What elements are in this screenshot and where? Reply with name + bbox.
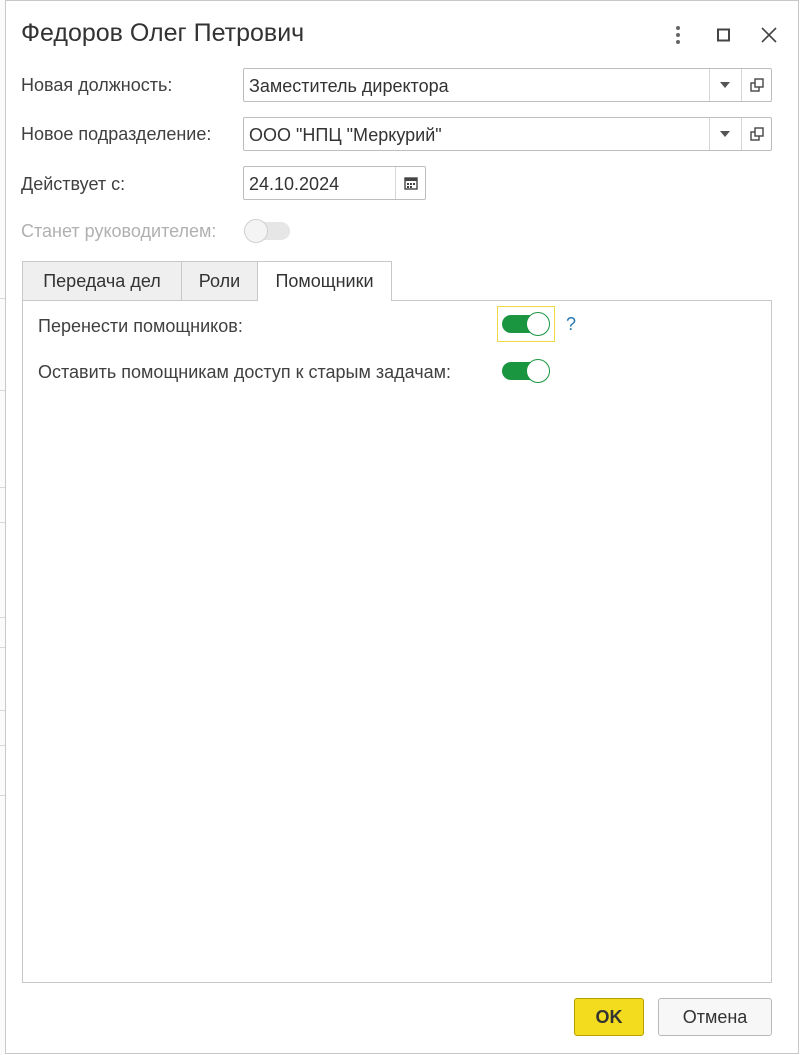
tab-roles[interactable]: Роли: [181, 261, 258, 301]
maximize-button[interactable]: [711, 21, 735, 49]
chevron-down-icon: [720, 131, 730, 137]
department-dropdown-button[interactable]: [709, 118, 740, 150]
help-icon[interactable]: ?: [566, 314, 576, 335]
head-label: Станет руководителем:: [21, 221, 217, 241]
more-button[interactable]: [666, 21, 690, 49]
keep-access-label: Оставить помощникам доступ к старым зада…: [38, 362, 452, 382]
close-icon: [761, 27, 777, 43]
chevron-down-icon: [720, 82, 730, 88]
position-open-button[interactable]: [741, 69, 772, 101]
head-toggle[interactable]: [244, 219, 294, 243]
tab-transfer[interactable]: Передача дел: [22, 261, 182, 301]
dialog-window: Федоров Олег Петрович Новая должность: З…: [5, 0, 799, 1054]
position-value: Заместитель директора: [249, 76, 449, 96]
position-dropdown-button[interactable]: [709, 69, 740, 101]
calendar-button[interactable]: [395, 167, 426, 199]
department-value: ООО "НПЦ "Меркурий": [249, 125, 442, 145]
transfer-assistants-toggle[interactable]: [502, 312, 552, 336]
effective-date-label: Действует с:: [21, 174, 126, 194]
department-label: Новое подразделение:: [21, 124, 212, 144]
position-label: Новая должность:: [21, 75, 173, 95]
open-icon: [750, 127, 764, 141]
maximize-icon: [717, 28, 730, 42]
close-button[interactable]: [757, 21, 781, 49]
effective-date-field[interactable]: 24.10.2024: [243, 166, 426, 200]
department-open-button[interactable]: [741, 118, 772, 150]
department-field[interactable]: ООО "НПЦ "Меркурий": [243, 117, 772, 151]
ok-button[interactable]: OK: [574, 998, 644, 1036]
position-field[interactable]: Заместитель директора: [243, 68, 772, 102]
open-icon: [750, 78, 764, 92]
transfer-assistants-label: Перенести помощников:: [38, 316, 243, 336]
keep-access-toggle[interactable]: [502, 359, 552, 383]
more-vert-icon: [676, 26, 680, 44]
calendar-icon: [404, 177, 418, 190]
cancel-button[interactable]: Отмена: [658, 998, 772, 1036]
tab-assistants[interactable]: Помощники: [257, 261, 392, 301]
assistants-panel: Перенести помощников: ? Оставить помощни…: [22, 300, 772, 983]
window-title: Федоров Олег Петрович: [21, 19, 305, 47]
effective-date-value: 24.10.2024: [249, 174, 340, 194]
